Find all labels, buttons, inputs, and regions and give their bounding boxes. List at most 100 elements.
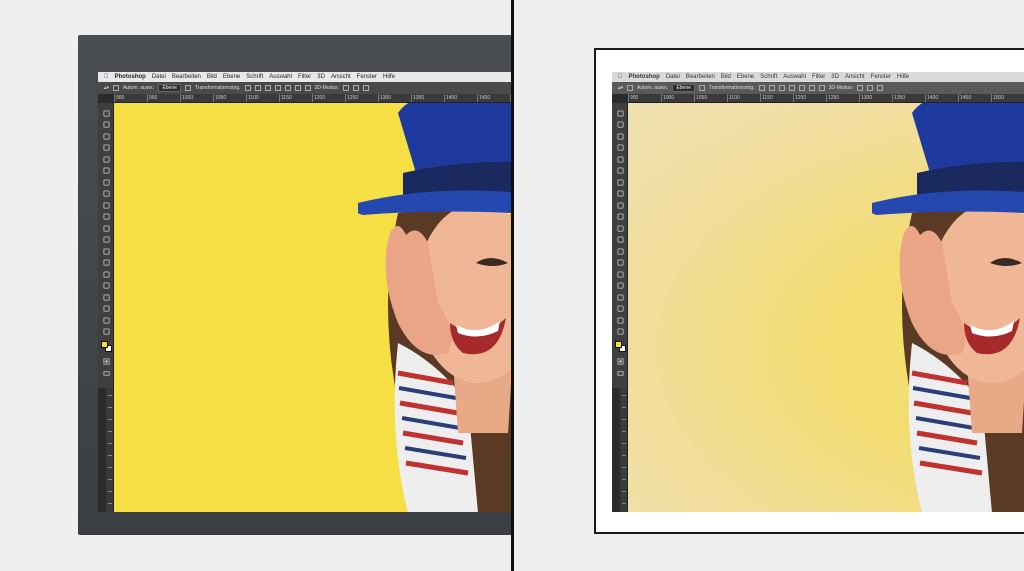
document-canvas[interactable] — [628, 103, 1024, 512]
blur-tool-icon[interactable] — [616, 247, 624, 255]
quick-mask-icon[interactable] — [616, 357, 624, 365]
crop-tool-icon[interactable] — [616, 155, 624, 163]
apple-menu-icon[interactable]:  — [104, 74, 109, 80]
auto-select-dropdown[interactable]: Ebene — [158, 84, 181, 92]
menu-filter[interactable]: Filter — [298, 74, 311, 80]
3d-orbit-icon[interactable] — [857, 85, 864, 91]
eraser-tool-icon[interactable] — [102, 224, 110, 232]
auto-select-dropdown[interactable]: Ebene — [672, 84, 695, 92]
menu-auswahl[interactable]: Auswahl — [269, 74, 292, 80]
healing-tool-icon[interactable] — [102, 178, 110, 186]
screen-mode-icon[interactable] — [102, 369, 110, 377]
lasso-tool-icon[interactable] — [616, 132, 624, 140]
distribute-icon[interactable] — [294, 85, 301, 91]
eyedropper-tool-icon[interactable] — [102, 167, 110, 175]
path-select-tool-icon[interactable] — [616, 293, 624, 301]
align-icon[interactable] — [758, 85, 765, 91]
distribute-icon[interactable] — [808, 85, 815, 91]
brush-tool-icon[interactable] — [616, 190, 624, 198]
distribute-icon[interactable] — [264, 85, 271, 91]
healing-tool-icon[interactable] — [616, 178, 624, 186]
menu-ansicht[interactable]: Ansicht — [845, 74, 865, 80]
move-tool-preset-icon[interactable]: ▴▾ — [104, 85, 109, 91]
align-icon[interactable] — [254, 85, 261, 91]
shape-tool-icon[interactable] — [616, 305, 624, 313]
menu-filter[interactable]: Filter — [812, 74, 825, 80]
distribute-icon[interactable] — [284, 85, 291, 91]
distribute-icon[interactable] — [274, 85, 281, 91]
menu-bild[interactable]: Bild — [207, 74, 217, 80]
quick-select-tool-icon[interactable] — [102, 144, 110, 152]
foreground-color-swatch[interactable] — [615, 341, 622, 348]
menu-hilfe[interactable]: Hilfe — [897, 74, 909, 80]
align-icon[interactable] — [244, 85, 251, 91]
pen-tool-icon[interactable] — [102, 270, 110, 278]
menu-hilfe[interactable]: Hilfe — [383, 74, 395, 80]
transform-checkbox[interactable] — [184, 85, 191, 91]
app-menu[interactable]: Photoshop — [115, 74, 146, 80]
distribute-icon[interactable] — [304, 85, 311, 91]
lasso-tool-icon[interactable] — [102, 132, 110, 140]
marquee-tool-icon[interactable] — [616, 121, 624, 129]
app-menu[interactable]: Photoshop — [629, 74, 660, 80]
zoom-tool-icon[interactable] — [102, 328, 110, 336]
3d-orbit-icon[interactable] — [343, 85, 350, 91]
distribute-icon[interactable] — [788, 85, 795, 91]
shape-tool-icon[interactable] — [102, 305, 110, 313]
quick-mask-icon[interactable] — [102, 357, 110, 365]
auto-select-checkbox[interactable] — [627, 85, 634, 91]
pen-tool-icon[interactable] — [616, 270, 624, 278]
zoom-tool-icon[interactable] — [616, 328, 624, 336]
move-tool-icon[interactable] — [102, 109, 110, 117]
3d-roll-icon[interactable] — [867, 85, 874, 91]
menu-schrift[interactable]: Schrift — [760, 74, 777, 80]
foreground-color-swatch[interactable] — [101, 341, 108, 348]
stamp-tool-icon[interactable] — [102, 201, 110, 209]
auto-select-checkbox[interactable] — [113, 85, 120, 91]
3d-pan-icon[interactable] — [363, 85, 370, 91]
eraser-tool-icon[interactable] — [616, 224, 624, 232]
menu-datei[interactable]: Datei — [152, 74, 166, 80]
stamp-tool-icon[interactable] — [616, 201, 624, 209]
dodge-tool-icon[interactable] — [616, 259, 624, 267]
move-tool-preset-icon[interactable]: ▴▾ — [618, 85, 623, 91]
hand-tool-icon[interactable] — [102, 316, 110, 324]
menu-datei[interactable]: Datei — [666, 74, 680, 80]
menu-3d[interactable]: 3D — [831, 74, 839, 80]
menu-ebene[interactable]: Ebene — [223, 74, 240, 80]
quick-select-tool-icon[interactable] — [616, 144, 624, 152]
blur-tool-icon[interactable] — [102, 247, 110, 255]
type-tool-icon[interactable] — [102, 282, 110, 290]
menu-3d[interactable]: 3D — [317, 74, 325, 80]
screen-mode-icon[interactable] — [616, 369, 624, 377]
menu-bild[interactable]: Bild — [721, 74, 731, 80]
move-tool-icon[interactable] — [616, 109, 624, 117]
document-canvas[interactable] — [114, 103, 511, 512]
3d-roll-icon[interactable] — [353, 85, 360, 91]
distribute-icon[interactable] — [818, 85, 825, 91]
menu-bearbeiten[interactable]: Bearbeiten — [686, 74, 715, 80]
menu-fenster[interactable]: Fenster — [871, 74, 891, 80]
path-select-tool-icon[interactable] — [102, 293, 110, 301]
apple-menu-icon[interactable]:  — [618, 74, 623, 80]
history-brush-tool-icon[interactable] — [102, 213, 110, 221]
distribute-icon[interactable] — [778, 85, 785, 91]
menu-fenster[interactable]: Fenster — [357, 74, 377, 80]
align-icon[interactable] — [768, 85, 775, 91]
menu-schrift[interactable]: Schrift — [246, 74, 263, 80]
gradient-tool-icon[interactable] — [616, 236, 624, 244]
type-tool-icon[interactable] — [616, 282, 624, 290]
transform-checkbox[interactable] — [698, 85, 705, 91]
3d-pan-icon[interactable] — [877, 85, 884, 91]
gradient-tool-icon[interactable] — [102, 236, 110, 244]
distribute-icon[interactable] — [798, 85, 805, 91]
marquee-tool-icon[interactable] — [102, 121, 110, 129]
history-brush-tool-icon[interactable] — [616, 213, 624, 221]
menu-auswahl[interactable]: Auswahl — [783, 74, 806, 80]
crop-tool-icon[interactable] — [102, 155, 110, 163]
menu-bearbeiten[interactable]: Bearbeiten — [172, 74, 201, 80]
menu-ansicht[interactable]: Ansicht — [331, 74, 351, 80]
dodge-tool-icon[interactable] — [102, 259, 110, 267]
menu-ebene[interactable]: Ebene — [737, 74, 754, 80]
brush-tool-icon[interactable] — [102, 190, 110, 198]
